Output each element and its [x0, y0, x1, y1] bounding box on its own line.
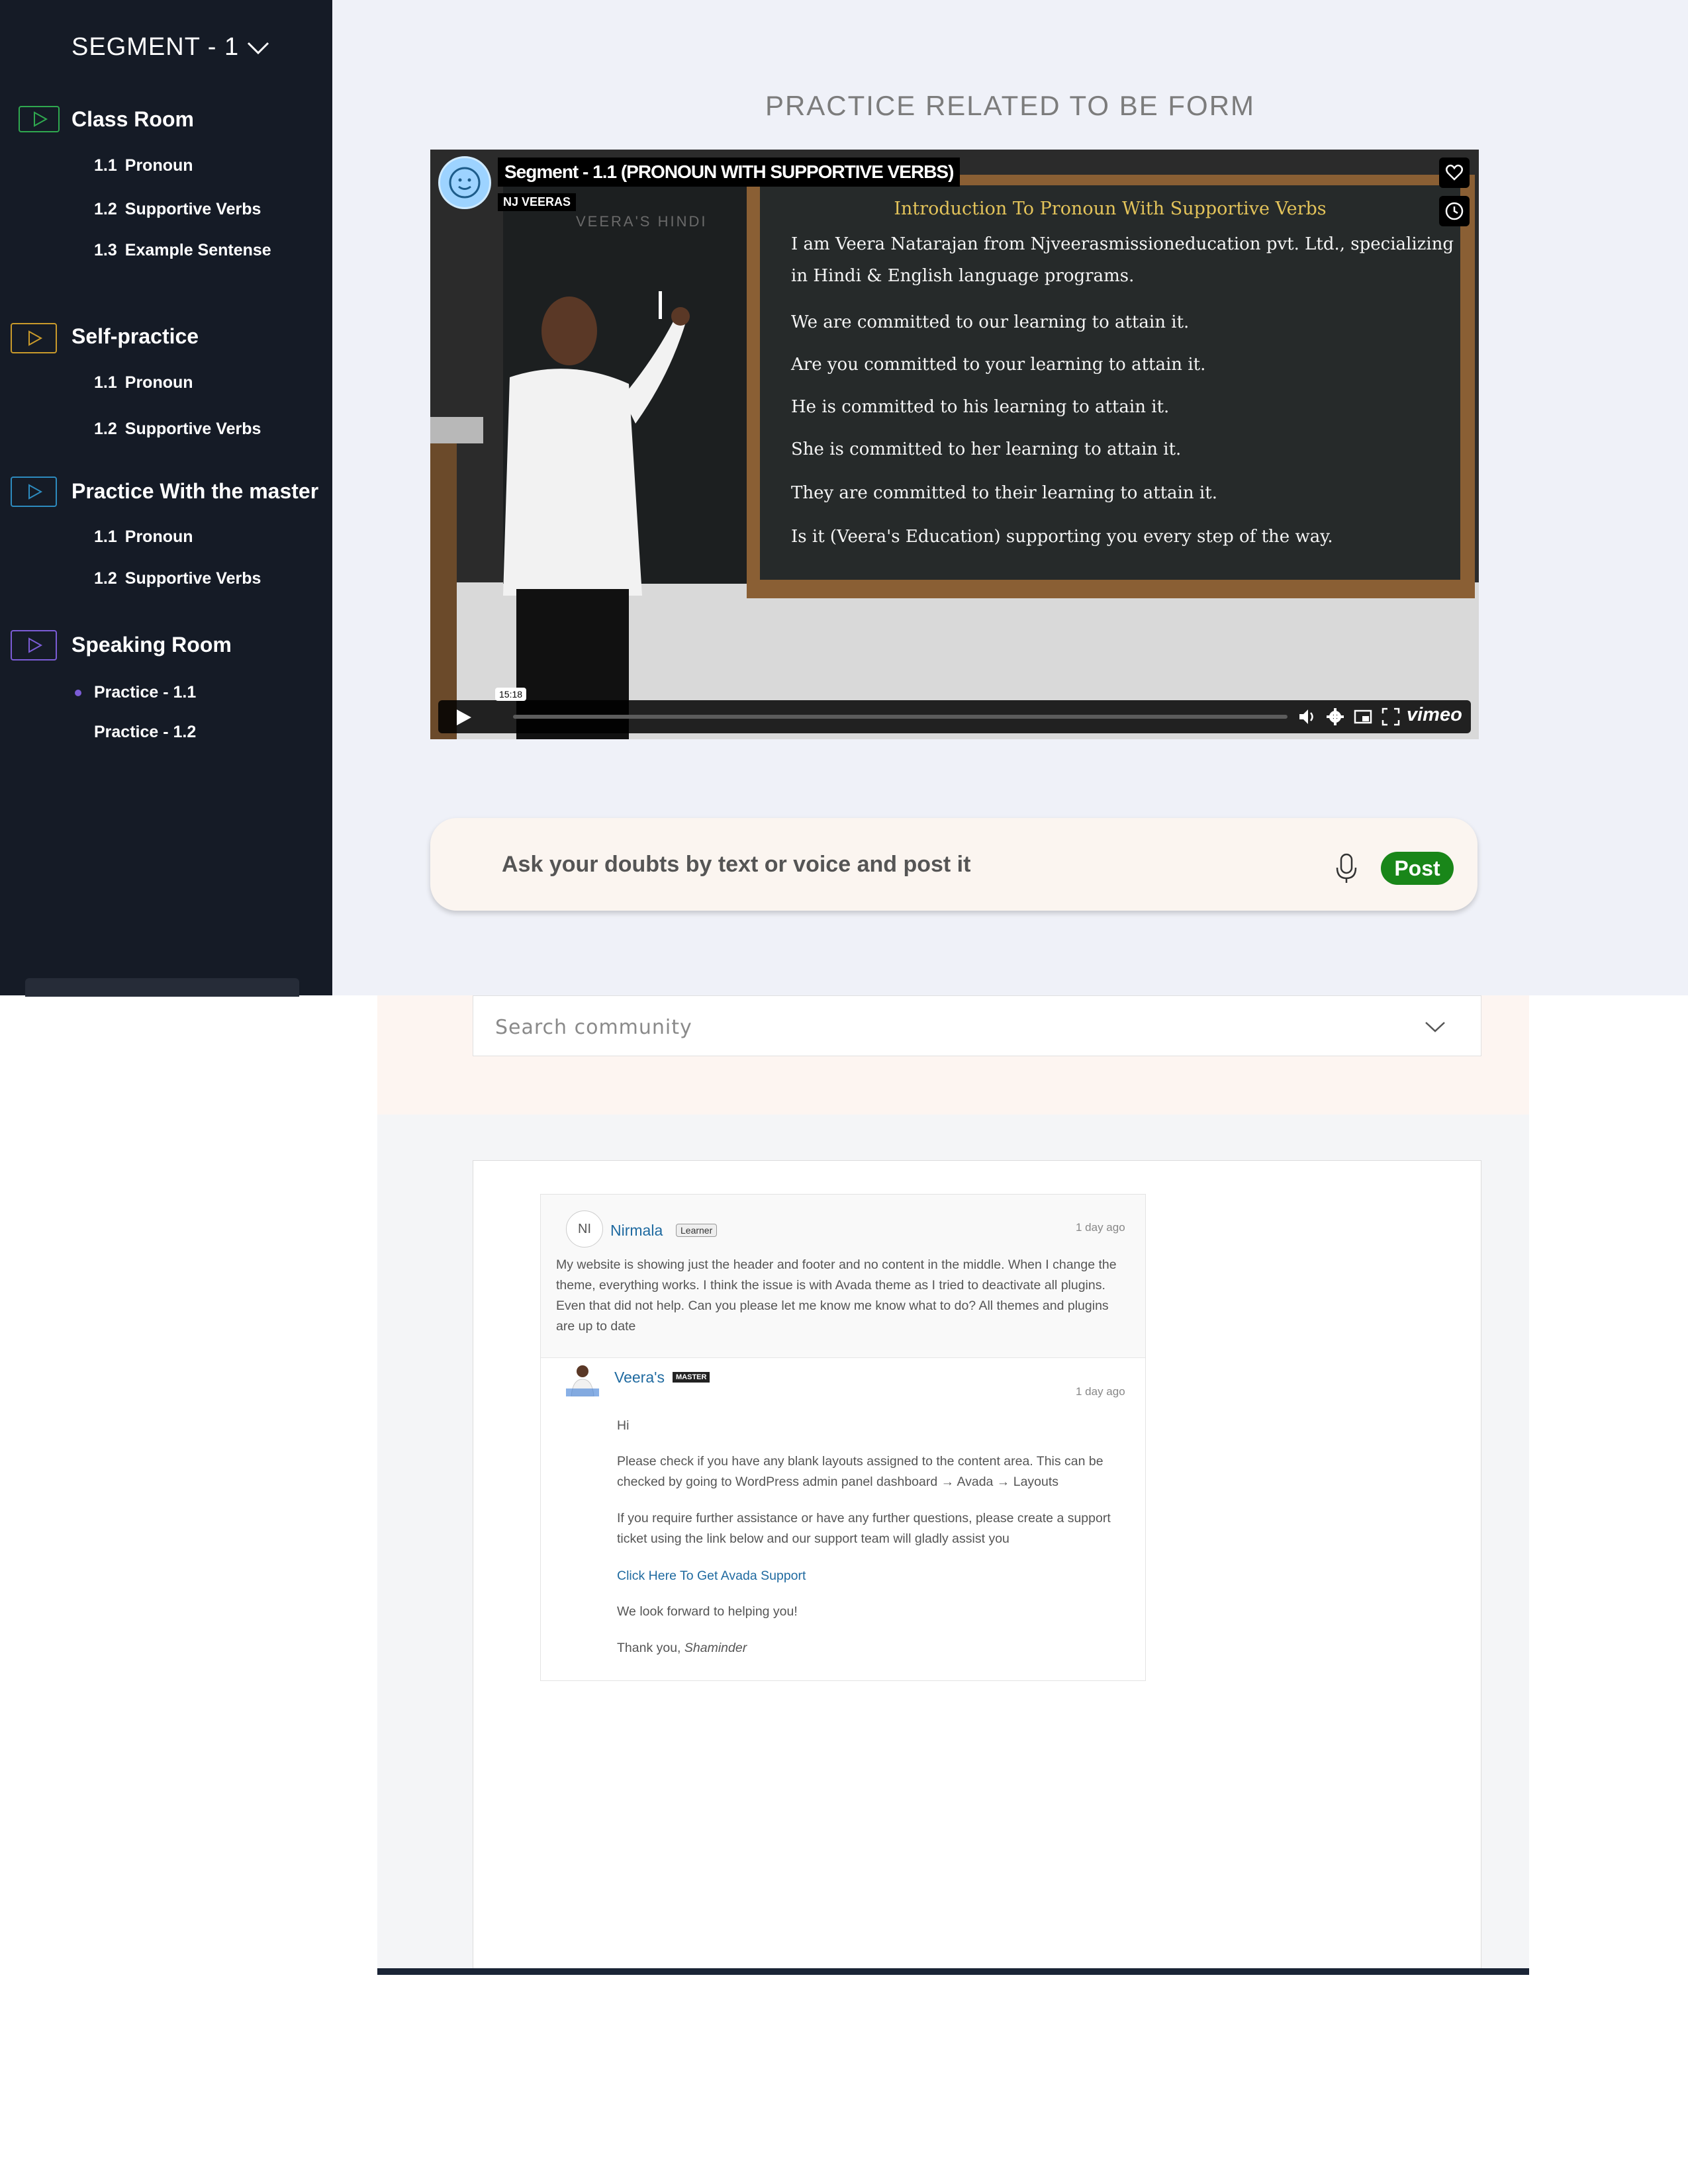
section-title-class-room[interactable]: Class Room — [71, 107, 194, 132]
item-label: Pronoun — [124, 156, 193, 175]
answer-paragraph: Please check if you have any blank layou… — [617, 1454, 1103, 1489]
item-number: 1.1 — [94, 373, 117, 392]
sidebar-item-practice-1-2[interactable]: Practice - 1.2 — [94, 723, 196, 742]
heart-icon — [1446, 164, 1463, 181]
board-heading: Introduction To Pronoun With Supportive … — [894, 199, 1327, 219]
channel-avatar[interactable] — [438, 156, 491, 209]
sidebar-item-supportive-verbs[interactable]: 1.2 Supportive Verbs — [94, 569, 261, 588]
pip-icon[interactable] — [1353, 707, 1373, 727]
play-icon[interactable] — [11, 477, 57, 507]
teacher-figure — [430, 291, 690, 739]
play-icon[interactable] — [19, 106, 60, 132]
video-title[interactable]: Segment - 1.1 (PRONOUN WITH SUPPORTIVE V… — [498, 158, 961, 187]
play-icon[interactable] — [11, 323, 57, 353]
doubt-placeholder[interactable]: Ask your doubts by text or voice and pos… — [502, 852, 970, 878]
fullscreen-icon[interactable] — [1381, 707, 1401, 727]
item-number: 1.1 — [94, 156, 117, 175]
sidebar-item-supportive-verbs[interactable]: 1.2 Supportive Verbs — [94, 420, 261, 439]
answer-paragraph: If you require further assistance or hav… — [617, 1511, 1111, 1546]
answer-author[interactable]: Veera's — [614, 1369, 665, 1387]
thanks-text: Thank you, — [617, 1641, 681, 1655]
item-label: Pronoun — [124, 527, 193, 546]
answer-paragraph: We look forward to helping you! — [617, 1604, 798, 1619]
play-icon[interactable] — [11, 630, 57, 660]
sidebar-item-practice-1-1[interactable]: Practice - 1.1 — [94, 683, 196, 702]
item-number: 1.2 — [94, 569, 117, 588]
footer-bar — [377, 1968, 1529, 1975]
sidebar-scrollbar[interactable] — [25, 978, 299, 997]
sidebar-item-pronoun[interactable]: 1.1 Pronoun — [94, 373, 193, 392]
sidebar-item-pronoun[interactable]: 1.1 Pronoun — [94, 527, 193, 547]
section-title-speaking-room[interactable]: Speaking Room — [71, 633, 232, 657]
watch-later-button[interactable] — [1439, 196, 1470, 226]
video-author[interactable]: NJ VEERAS — [498, 193, 577, 211]
section-title-self-practice[interactable]: Self-practice — [71, 324, 199, 349]
sidebar-item-example-sentense[interactable]: 1.3 Example Sentense — [94, 241, 271, 260]
support-link[interactable]: Click Here To Get Avada Support — [617, 1569, 806, 1583]
answer-timestamp: 1 day ago — [1076, 1385, 1125, 1398]
board-line: Is it (Veera's Education) supporting you… — [791, 527, 1333, 547]
volume-icon[interactable] — [1297, 707, 1317, 727]
active-dot-icon — [75, 690, 81, 696]
page-title: PRACTICE RELATED TO BE FORM — [765, 90, 1256, 121]
chevron-down-icon[interactable] — [246, 41, 270, 56]
search-placeholder[interactable]: Search community — [495, 1016, 692, 1039]
microphone-icon[interactable] — [1332, 852, 1361, 885]
role-badge: Learner — [676, 1224, 718, 1237]
like-button[interactable] — [1439, 158, 1470, 188]
board-line: She is committed to her learning to atta… — [791, 439, 1182, 459]
time-badge: 15:18 — [495, 688, 527, 701]
chevron-down-icon[interactable] — [1423, 1020, 1447, 1034]
vimeo-logo[interactable]: vimeo — [1407, 704, 1462, 726]
item-number: 1.2 — [94, 420, 117, 438]
item-label: Supportive Verbs — [124, 420, 261, 438]
answer-greeting: Hi — [617, 1418, 630, 1433]
board-line: We are committed to our learning to atta… — [791, 312, 1190, 332]
avatar[interactable] — [566, 1362, 599, 1396]
question-author[interactable]: Nirmala — [610, 1222, 663, 1240]
post-button[interactable]: Post — [1381, 852, 1454, 885]
item-number: 1.2 — [94, 200, 117, 218]
sidebar-item-supportive-verbs[interactable]: 1.2 Supportive Verbs — [94, 200, 261, 219]
avatar[interactable]: NI — [566, 1210, 603, 1248]
segment-title[interactable]: SEGMENT - 1 — [71, 33, 239, 62]
item-label: Pronoun — [124, 373, 193, 392]
question-body: My website is showing just the header an… — [556, 1257, 1117, 1334]
board-left-label: VEERA'S HINDI — [576, 213, 708, 230]
signature: Shaminder — [684, 1641, 747, 1655]
board-line: They are committed to their learning to … — [791, 483, 1217, 503]
item-label: Example Sentense — [124, 241, 271, 259]
item-number: 1.3 — [94, 241, 117, 259]
sidebar-item-pronoun[interactable]: 1.1 Pronoun — [94, 156, 193, 175]
item-number: 1.1 — [94, 527, 117, 546]
question-timestamp: 1 day ago — [1076, 1221, 1125, 1234]
board-line: in Hindi & English language programs. — [791, 266, 1135, 286]
support-link-row: Click Here To Get Avada Support — [617, 1566, 1120, 1586]
item-label: Supportive Verbs — [124, 569, 261, 588]
section-title-practice-with-master[interactable]: Practice With the master — [71, 479, 318, 504]
item-label: Supportive Verbs — [124, 200, 261, 218]
board-line: Are you committed to your learning to at… — [791, 355, 1206, 375]
play-icon[interactable] — [455, 708, 473, 727]
clock-icon — [1445, 202, 1464, 220]
board-line: He is committed to his learning to attai… — [791, 397, 1170, 417]
answer-signoff: Thank you, Shaminder — [617, 1638, 1120, 1659]
gear-icon[interactable] — [1325, 707, 1345, 727]
board-line: I am Veera Natarajan from Njveerasmissio… — [791, 234, 1454, 254]
role-badge: MASTER — [673, 1372, 710, 1383]
video-progress-bar[interactable] — [513, 715, 1288, 719]
